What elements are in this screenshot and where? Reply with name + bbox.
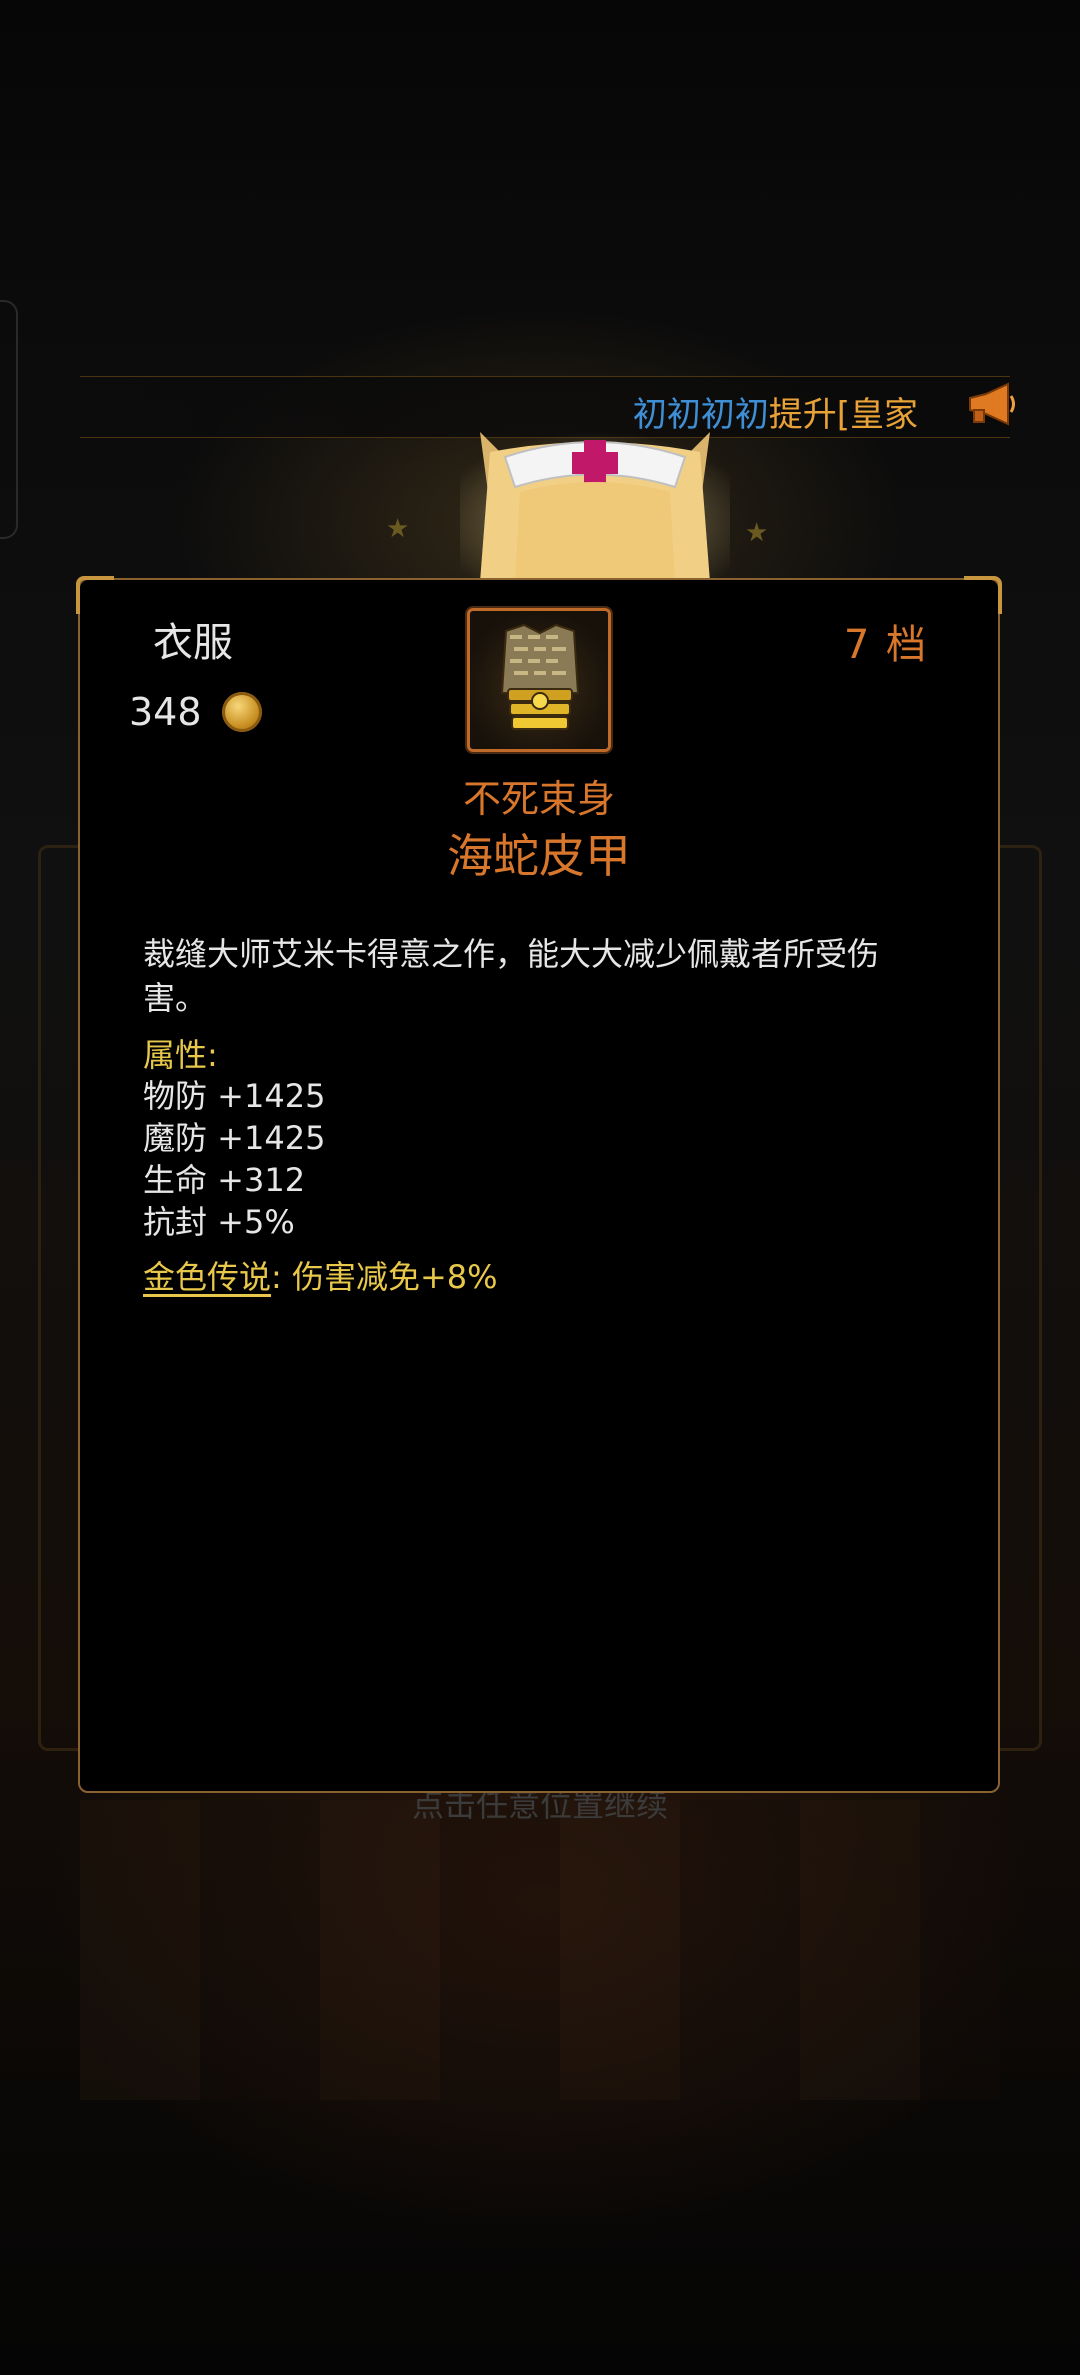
attribute-line: 生命 +312	[143, 1161, 306, 1199]
broadcast-marquee: 初初初初提升[皇家	[80, 376, 1010, 438]
character-portrait	[460, 432, 730, 582]
item-icon-frame	[467, 608, 611, 752]
attributes-title: 属性:	[143, 1036, 218, 1074]
attribute-line: 魔防 +1425	[143, 1119, 326, 1157]
broadcast-message: 提升[皇家	[768, 395, 918, 435]
item-tier: 7 档	[843, 622, 928, 668]
item-prefix: 不死束身	[462, 777, 615, 821]
broadcast-text: 初初初初提升[皇家	[633, 387, 918, 436]
broadcast-player-name: 初初初初	[632, 395, 769, 435]
background-panel-right	[999, 845, 1042, 1751]
legendary-value: 伤害减免+8%	[291, 1258, 498, 1296]
card-corner-ornament	[76, 576, 114, 614]
horn-icon[interactable]	[964, 380, 1018, 430]
item-detail-card: 衣服 348 7 档 不死束身 海蛇皮甲 裁缝大师艾米卡得意之作，能大大减少佩戴…	[76, 576, 1002, 1793]
item-name: 海蛇皮甲	[447, 829, 631, 883]
legendary-separator: :	[271, 1258, 282, 1296]
item-price: 348	[129, 690, 202, 734]
background-panel-left	[38, 845, 81, 1751]
coin-icon	[222, 692, 262, 732]
item-description: 裁缝大师艾米卡得意之作，能大大减少佩戴者所受伤害。	[143, 935, 880, 1017]
star-decoration: ★	[745, 518, 769, 548]
item-category: 衣服	[153, 620, 233, 666]
attribute-line: 物防 +1425	[143, 1077, 326, 1115]
attribute-line: 抗封 +5%	[143, 1203, 295, 1241]
legendary-bonus: 金色传说: 伤害减免+8%	[143, 1252, 498, 1298]
armor-icon	[500, 623, 580, 730]
star-decoration: ★	[386, 514, 410, 544]
legendary-label[interactable]: 金色传说	[143, 1258, 271, 1296]
background-scenery	[80, 1800, 1000, 2100]
card-corner-ornament	[964, 576, 1002, 614]
side-tab[interactable]	[0, 300, 18, 539]
